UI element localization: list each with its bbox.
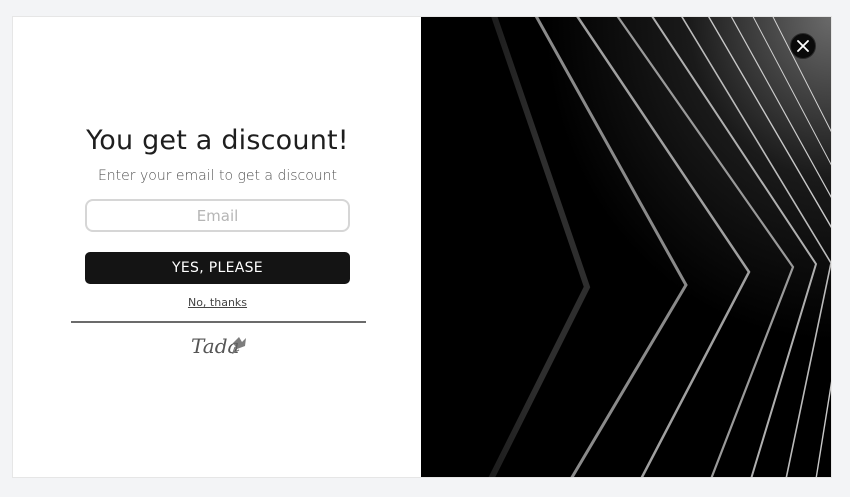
- yes-please-button[interactable]: YES, PLEASE: [85, 252, 350, 284]
- no-thanks-link[interactable]: No, thanks: [13, 296, 422, 309]
- tada-logo: Tada: [191, 334, 246, 358]
- abstract-chevron-image: [421, 17, 831, 477]
- discount-popup: You get a discount! Enter your email to …: [12, 16, 832, 478]
- divider: [71, 321, 366, 323]
- popup-image-panel: [421, 17, 831, 477]
- email-input[interactable]: [85, 199, 350, 232]
- svg-text:Tada: Tada: [191, 334, 239, 358]
- popup-subheadline: Enter your email to get a discount: [97, 168, 338, 184]
- popup-headline: You get a discount!: [86, 125, 349, 156]
- close-button[interactable]: [790, 33, 816, 59]
- close-icon: [797, 40, 809, 52]
- popup-form-panel: You get a discount! Enter your email to …: [13, 17, 421, 477]
